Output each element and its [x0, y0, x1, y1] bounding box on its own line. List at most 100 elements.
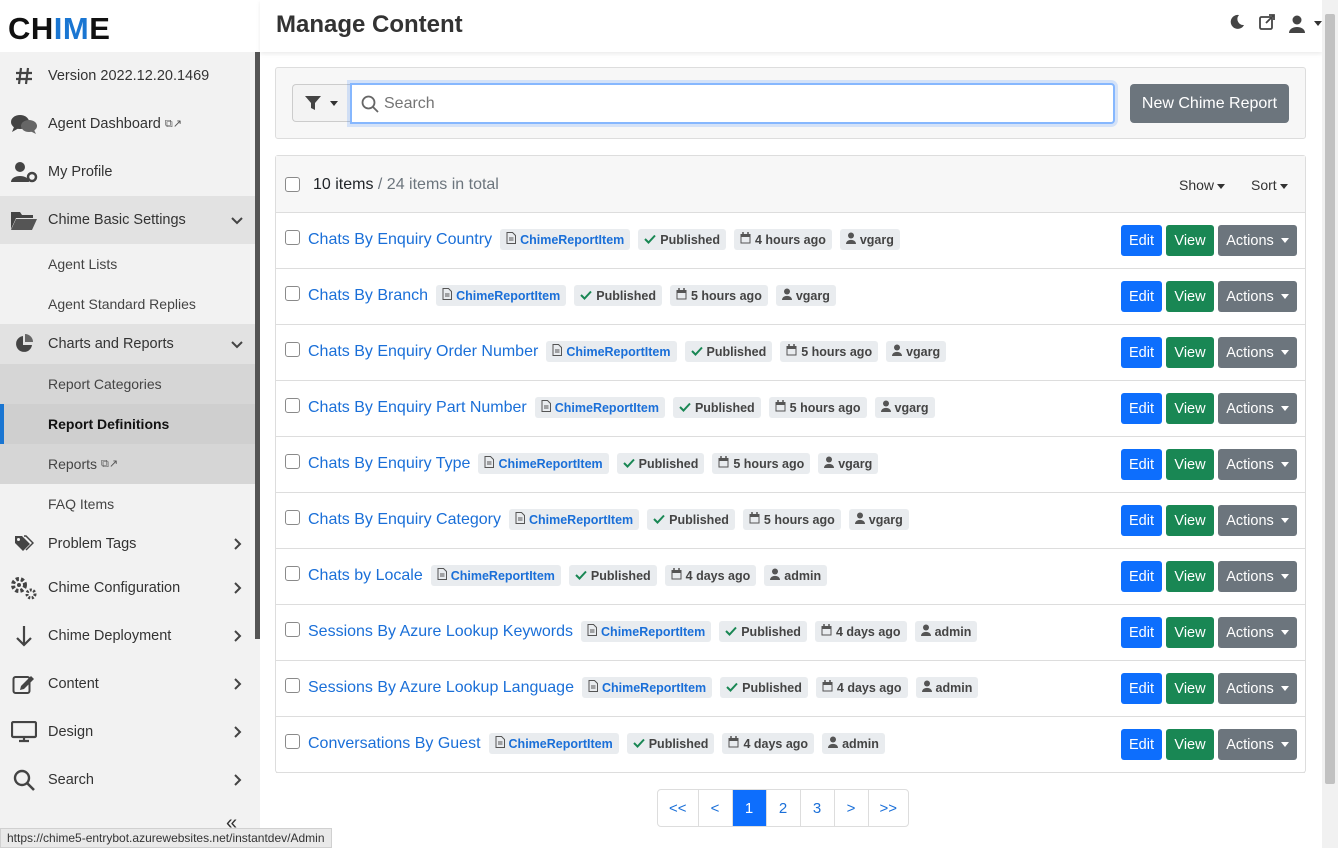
type-badge[interactable]: ChimeReportItem — [581, 677, 713, 698]
actions-dropdown-button[interactable]: Actions — [1218, 393, 1297, 424]
prev-page-button[interactable]: < — [699, 790, 733, 826]
row-checkbox[interactable] — [285, 454, 300, 469]
row-checkbox[interactable] — [285, 566, 300, 581]
row-checkbox[interactable] — [285, 510, 300, 525]
sidebar-item-search[interactable]: Search — [0, 756, 255, 804]
edit-button[interactable]: Edit — [1121, 393, 1162, 424]
view-button[interactable]: View — [1166, 281, 1214, 312]
new-chime-report-button[interactable]: New Chime Report — [1130, 84, 1289, 123]
logo[interactable]: CHIME — [0, 0, 260, 52]
row-title-link[interactable]: Chats By Enquiry Category — [308, 511, 501, 529]
view-button[interactable]: View — [1166, 561, 1214, 592]
first-page-button[interactable]: << — [658, 790, 699, 826]
row-checkbox[interactable] — [285, 398, 300, 413]
sidebar-item-problem-tags[interactable]: Problem Tags — [0, 524, 255, 564]
actions-dropdown-button[interactable]: Actions — [1218, 729, 1297, 760]
external-link-icon[interactable] — [1259, 14, 1275, 33]
sidebar-item-faq-items[interactable]: FAQ Items — [0, 484, 255, 524]
sidebar-item-charts-and-reports[interactable]: Charts and Reports — [0, 324, 255, 364]
sidebar-item-design[interactable]: Design — [0, 708, 255, 756]
sidebar-item-reports[interactable]: Reports ⧉↗ — [0, 444, 255, 484]
type-badge[interactable]: ChimeReportItem — [488, 733, 619, 754]
type-badge[interactable]: ChimeReportItem — [436, 285, 567, 306]
actions-dropdown-button[interactable]: Actions — [1218, 281, 1297, 312]
type-badge[interactable]: ChimeReportItem — [581, 621, 712, 642]
edit-button[interactable]: Edit — [1121, 337, 1162, 368]
page-scrollbar[interactable] — [1322, 0, 1338, 848]
view-button[interactable]: View — [1166, 225, 1214, 256]
show-dropdown[interactable]: Show — [1179, 177, 1226, 193]
view-button[interactable]: View — [1166, 337, 1214, 368]
page-1-button[interactable]: 1 — [732, 790, 767, 826]
check-icon — [633, 737, 645, 751]
edit-button[interactable]: Edit — [1121, 729, 1162, 760]
edit-button[interactable]: Edit — [1121, 561, 1162, 592]
type-label: ChimeReportItem — [554, 400, 659, 415]
sidebar-item-chime-configuration[interactable]: Chime Configuration — [0, 564, 255, 612]
edit-button[interactable]: Edit — [1121, 225, 1162, 256]
sidebar-item-chime-deployment[interactable]: Chime Deployment — [0, 612, 255, 660]
row-checkbox[interactable] — [285, 286, 300, 301]
page-3-button[interactable]: 3 — [801, 790, 835, 826]
sidebar-item-chime-basic-settings[interactable]: Chime Basic Settings — [0, 196, 255, 244]
sidebar-item-report-definitions[interactable]: Report Definitions — [0, 404, 255, 444]
row-checkbox[interactable] — [285, 230, 300, 245]
row-checkbox[interactable] — [285, 622, 300, 637]
sidebar-item-agent-lists[interactable]: Agent Lists — [0, 244, 255, 284]
filter-button[interactable] — [292, 84, 350, 122]
type-badge[interactable]: ChimeReportItem — [500, 229, 631, 250]
actions-dropdown-button[interactable]: Actions — [1218, 337, 1297, 368]
search-input[interactable] — [384, 92, 1104, 116]
row-title-link[interactable]: Conversations By Guest — [308, 735, 481, 753]
row-title-link[interactable]: Chats By Enquiry Type — [308, 455, 470, 473]
row-title-link[interactable]: Chats By Enquiry Country — [308, 231, 492, 249]
type-badge[interactable]: ChimeReportItem — [430, 565, 561, 586]
row-title-link[interactable]: Chats By Enquiry Part Number — [308, 399, 527, 417]
actions-dropdown-button[interactable]: Actions — [1218, 617, 1297, 648]
row-title-link[interactable]: Sessions By Azure Lookup Language — [308, 679, 574, 697]
row-title-link[interactable]: Sessions By Azure Lookup Keywords — [308, 623, 573, 641]
view-button[interactable]: View — [1166, 393, 1214, 424]
type-badge[interactable]: ChimeReportItem — [534, 397, 665, 418]
moon-icon[interactable] — [1229, 14, 1245, 33]
page-2-button[interactable]: 2 — [767, 790, 801, 826]
document-icon — [437, 568, 447, 583]
sidebar-item-content[interactable]: Content — [0, 660, 255, 708]
view-button[interactable]: View — [1166, 449, 1214, 480]
row-title-link[interactable]: Chats By Enquiry Order Number — [308, 343, 538, 361]
scrollbar-thumb[interactable] — [1325, 14, 1335, 784]
actions-dropdown-button[interactable]: Actions — [1218, 505, 1297, 536]
sidebar-item-report-categories[interactable]: Report Categories — [0, 364, 255, 404]
actions-dropdown-button[interactable]: Actions — [1218, 673, 1297, 704]
type-badge[interactable]: ChimeReportItem — [478, 453, 609, 474]
sidebar-item-agent-dashboard[interactable]: Agent Dashboard ⧉↗ — [0, 100, 255, 148]
row-checkbox[interactable] — [285, 678, 300, 693]
type-badge[interactable]: ChimeReportItem — [546, 341, 677, 362]
view-button[interactable]: View — [1166, 617, 1214, 648]
view-button[interactable]: View — [1166, 505, 1214, 536]
row-checkbox[interactable] — [285, 734, 300, 749]
edit-button[interactable]: Edit — [1121, 281, 1162, 312]
view-button[interactable]: View — [1166, 729, 1214, 760]
row-title-link[interactable]: Chats by Locale — [308, 567, 423, 585]
view-button[interactable]: View — [1166, 673, 1214, 704]
sort-dropdown[interactable]: Sort — [1251, 177, 1288, 193]
type-badge[interactable]: ChimeReportItem — [508, 509, 640, 530]
item-total-label: / 24 items in total — [373, 176, 499, 193]
select-all-checkbox[interactable] — [285, 177, 300, 192]
next-page-button[interactable]: > — [835, 790, 869, 826]
edit-button[interactable]: Edit — [1121, 505, 1162, 536]
actions-dropdown-button[interactable]: Actions — [1218, 449, 1297, 480]
row-title-link[interactable]: Chats By Branch — [308, 287, 428, 305]
sidebar-item-my-profile[interactable]: My Profile — [0, 148, 255, 196]
user-menu-button[interactable] — [1289, 15, 1322, 33]
edit-button[interactable]: Edit — [1121, 449, 1162, 480]
row-checkbox[interactable] — [285, 342, 300, 357]
sidebar-item-agent-standard-replies[interactable]: Agent Standard Replies — [0, 284, 255, 324]
actions-dropdown-button[interactable]: Actions — [1218, 225, 1297, 256]
actions-dropdown-button[interactable]: Actions — [1218, 561, 1297, 592]
edit-button[interactable]: Edit — [1121, 617, 1162, 648]
edit-button[interactable]: Edit — [1121, 673, 1162, 704]
check-icon — [690, 345, 703, 359]
last-page-button[interactable]: >> — [869, 790, 909, 826]
